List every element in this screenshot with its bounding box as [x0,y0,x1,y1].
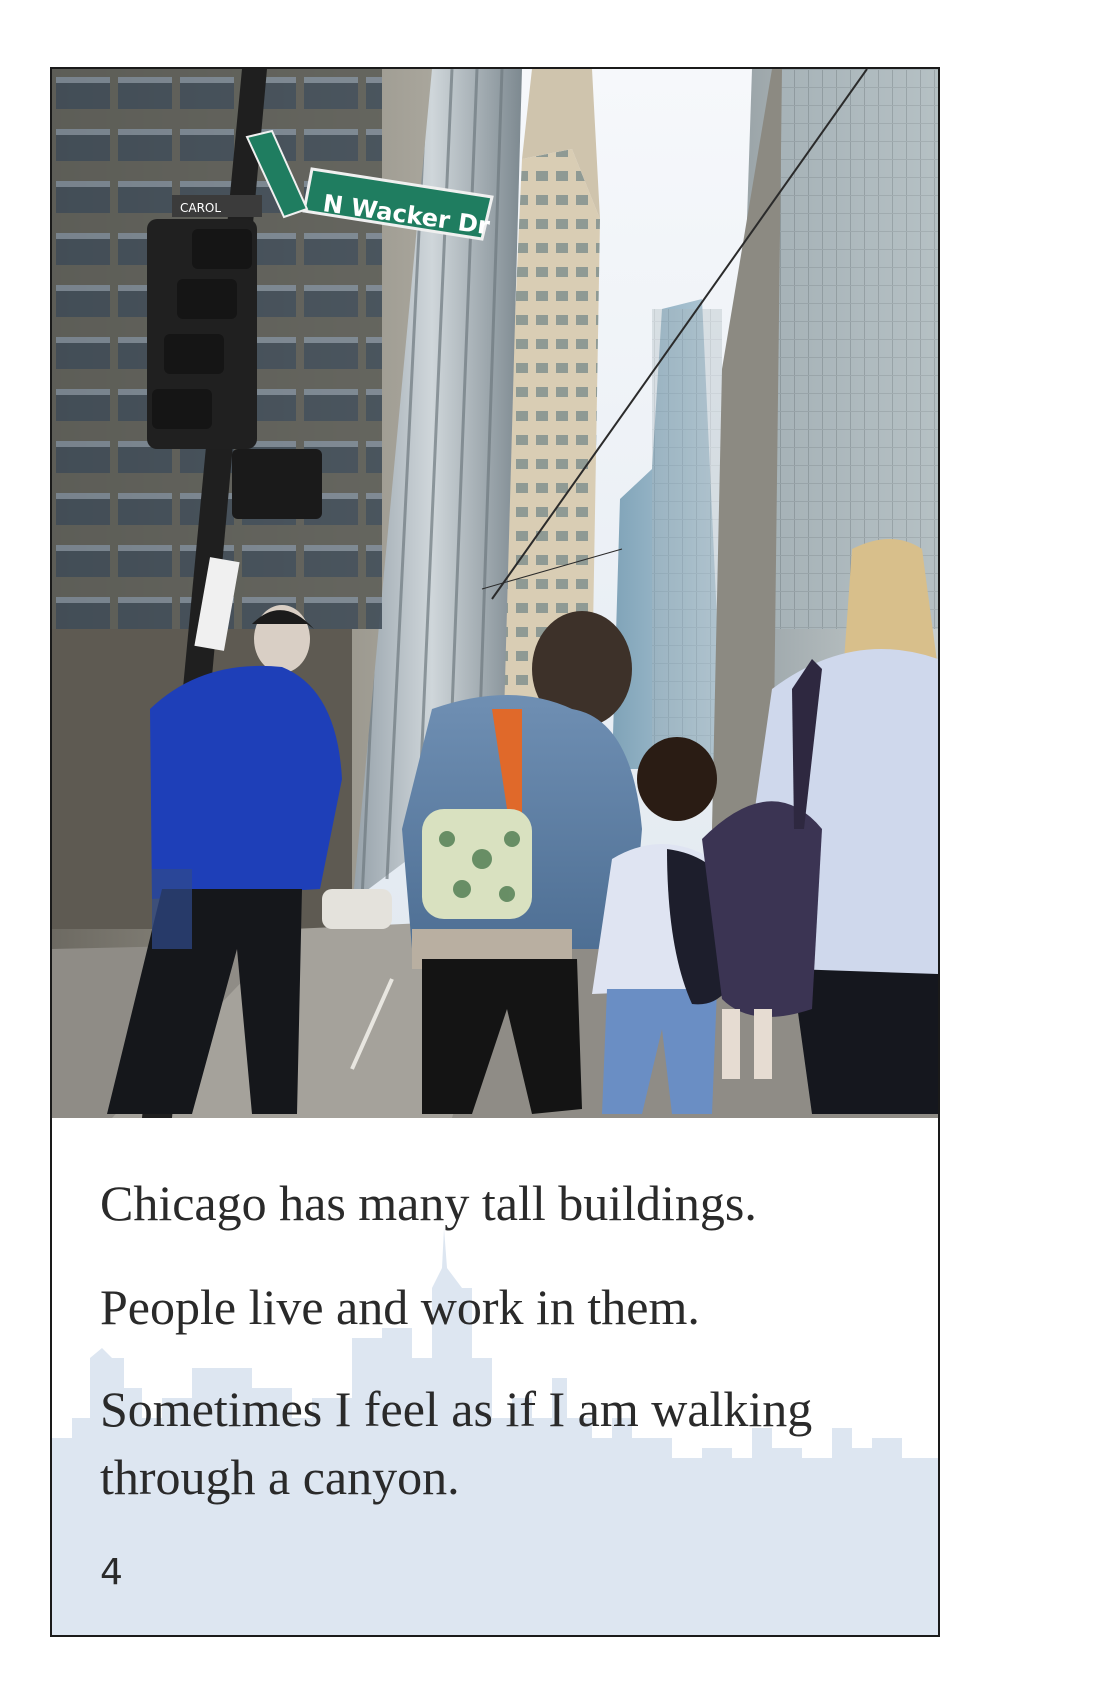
carol-street-sign: CAROL [172,195,262,217]
sentence-3: Sometimes I feel as if I am walking thro… [100,1381,813,1505]
chicago-street-photo: N Wacker Dr CAROL [52,69,938,1118]
storybook-page: N Wacker Dr CAROL Chicago has many tall … [50,67,940,1637]
sentence-1: Chicago has many tall buildings. [100,1175,757,1231]
svg-text:CAROL: CAROL [180,201,221,215]
page-number: 4 [100,1552,123,1593]
sentence-2: People live and work in them. [100,1279,700,1335]
